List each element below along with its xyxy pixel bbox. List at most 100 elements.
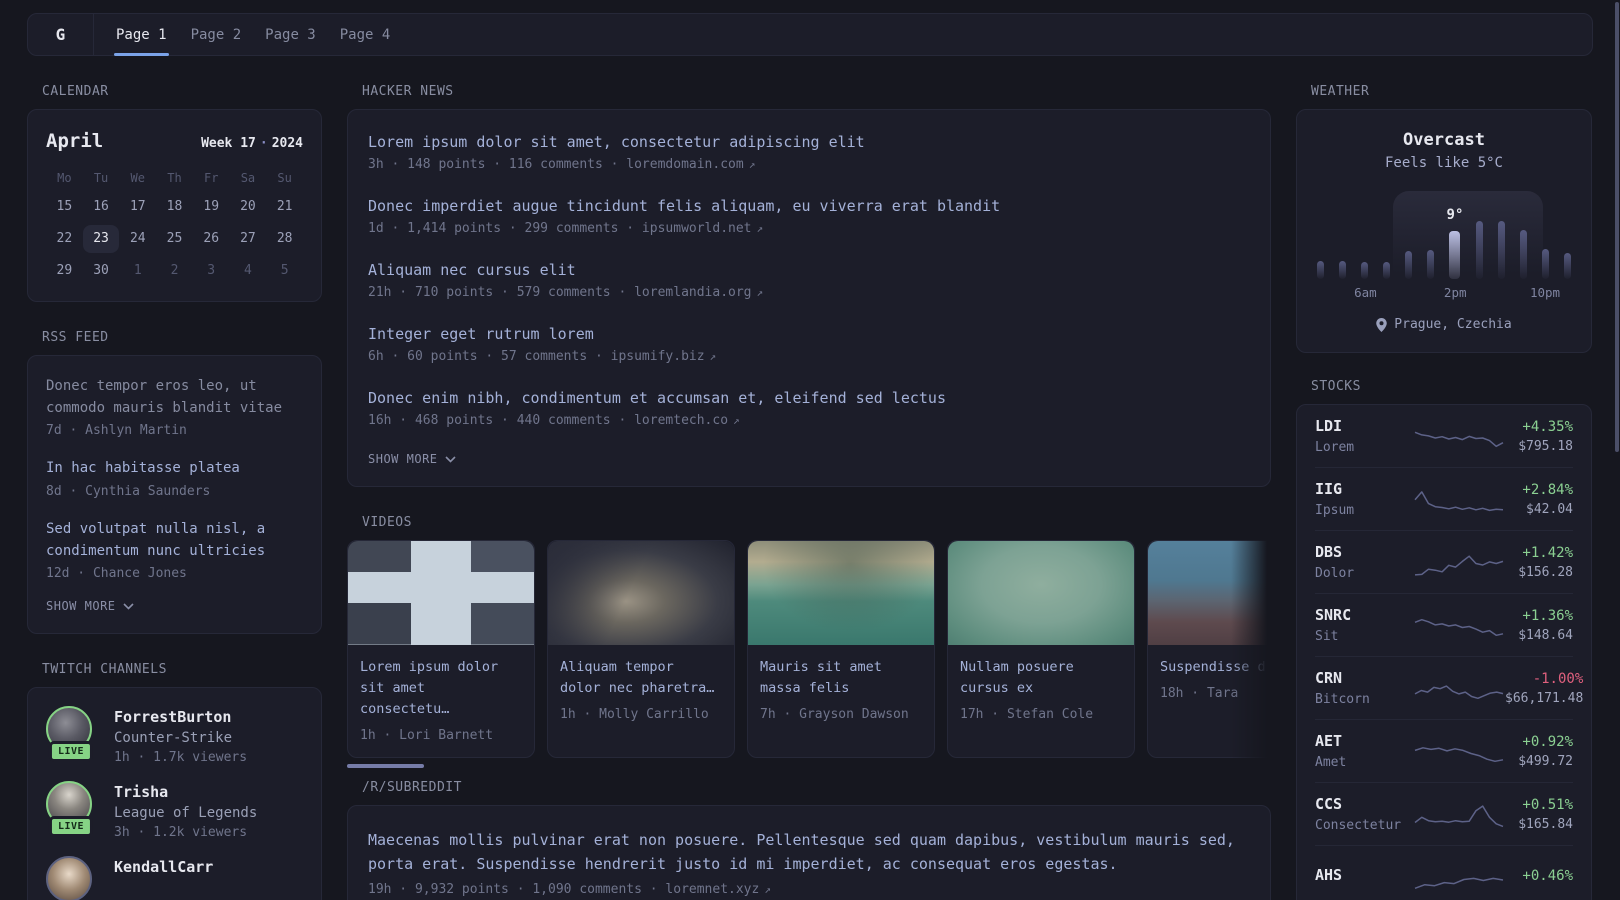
video-card[interactable]: Aliquam tempor dolor nec pharetra… 1h · …	[547, 540, 735, 758]
page: G Page 1 Page 2 Page 3 Page 4 CALENDAR Apri…	[0, 0, 1620, 900]
stock-price: $499.72	[1518, 753, 1573, 769]
nav-tab-label: Page 1	[116, 26, 167, 43]
calendar-day: 3	[207, 263, 216, 278]
stocks-widget: LDI Lorem +4.35% $795.18 IIG Ipsum +2.84…	[1296, 404, 1592, 900]
stock-name: Consectetur	[1315, 817, 1402, 833]
subreddit-item: Maecenas mollis pulvinar erat non posuer…	[368, 828, 1250, 897]
calendar-day-header: Su	[277, 171, 292, 185]
external-link-icon[interactable]: ↗	[752, 222, 764, 235]
twitch-channel-meta: 1h · 1.7k viewers	[114, 750, 248, 766]
stock-symbol: IIG	[1315, 480, 1343, 499]
calendar-day: 1	[133, 263, 142, 278]
dot-separator: ·	[259, 136, 268, 151]
video-meta: 18h · Tara	[1160, 685, 1239, 701]
page-scrollbar[interactable]	[1615, 2, 1619, 452]
dashboard: { "colors":{"accent":"#7ba3e8","positive…	[0, 0, 1620, 900]
live-badge: LIVE	[48, 741, 94, 763]
stock-sparkline	[1414, 618, 1504, 637]
calendar-day: 15	[56, 199, 73, 214]
weather-bar	[1519, 230, 1527, 279]
hackernews-item-title-link[interactable]: Donec enim nibh, condimentum et accumsan…	[368, 388, 1250, 409]
video-card[interactable]: Mauris sit amet massa felis 7h · Grayson…	[747, 540, 935, 758]
stock-row: IIG Ipsum +2.84% $42.04	[1315, 468, 1573, 531]
rss-header: RSS FEED	[42, 330, 109, 345]
twitch-channel[interactable]: LIVE Trisha League of Legends 3h · 1.2k …	[46, 781, 303, 840]
videos-header: VIDEOS	[362, 515, 412, 530]
rss-show-more-button[interactable]: SHOW MORE	[46, 599, 303, 613]
left-column: CALENDAR April Week 17 · 2024 Mo Tu We Th Fr Sa…	[27, 56, 322, 900]
stock-sparkline	[1414, 877, 1504, 889]
stock-symbol: LDI	[1315, 417, 1343, 436]
rss-item-title-link[interactable]: In hac habitasse platea	[46, 458, 303, 480]
app-logo: G	[28, 14, 94, 55]
stock-row: AHS +0.46%	[1315, 846, 1573, 900]
calendar-day-header: Th	[167, 171, 182, 185]
video-thumbnail	[948, 541, 1134, 645]
weather-bar	[1317, 261, 1324, 279]
calendar-day-header: Mo	[57, 171, 72, 185]
calendar-day-header: Tu	[93, 171, 109, 185]
stock-name: Dolor	[1315, 565, 1355, 581]
nav-tab-label: Page 3	[265, 26, 316, 43]
external-link-icon[interactable]: ↗	[705, 350, 717, 363]
rss-item-title-link[interactable]: Donec tempor eros leo, ut commodo mauris…	[46, 376, 303, 419]
video-card[interactable]: Lorem ipsum dolor sit amet consectetu… 1…	[347, 540, 535, 758]
twitch-channel[interactable]: LIVE KendallCarr	[46, 856, 303, 900]
nav-tab[interactable]: Page 2	[191, 14, 242, 55]
hackernews-show-more-button[interactable]: SHOW MORE	[368, 452, 1250, 466]
calendar-day: 16	[93, 199, 109, 214]
hackernews-item-meta: 6h · 60 points · 57 comments · ipsumify.…	[368, 349, 1250, 364]
subreddit-item-title-link[interactable]: Maecenas mollis pulvinar erat non posuer…	[368, 828, 1250, 876]
stock-price: $42.04	[1526, 501, 1573, 517]
external-link-icon[interactable]: ↗	[759, 883, 771, 896]
nav-tab[interactable]: Page 3	[265, 14, 316, 55]
right-column: WEATHER Overcast Feels like 5°C 9° 6am 2p…	[1296, 56, 1592, 900]
calendar-day: 5	[280, 263, 289, 278]
weather-time-labels: 6am 2pm 10pm	[1317, 285, 1571, 301]
weather-location-label: Prague, Czechia	[1394, 317, 1512, 332]
stock-change: +0.46%	[1522, 867, 1573, 884]
rss-item-title-link[interactable]: Sed volutpat nulla nisl, a condimentum n…	[46, 519, 303, 562]
external-link-icon[interactable]: ↗	[744, 158, 756, 171]
twitch-channel-category: Counter-Strike	[114, 730, 233, 747]
rss-item: Donec tempor eros leo, ut commodo mauris…	[46, 376, 303, 438]
calendar-day: 25	[166, 231, 183, 246]
calendar-day: 21	[276, 199, 293, 214]
stock-price: $66,171.48	[1505, 690, 1584, 706]
calendar-day: 17	[129, 199, 146, 214]
hackernews-item-title-link[interactable]: Integer eget rutrum lorem	[368, 324, 1250, 345]
stock-name: Lorem	[1315, 439, 1355, 455]
twitch-header: TWITCH CHANNELS	[42, 662, 167, 678]
nav-tab-label: Page 4	[339, 26, 391, 43]
hackernews-item-title-link[interactable]: Lorem ipsum dolor sit amet, consectetur …	[368, 132, 1250, 153]
twitch-channel-category: League of Legends	[114, 805, 258, 822]
weather-time-label: 10pm	[1529, 285, 1561, 300]
calendar-header: CALENDAR	[42, 84, 109, 99]
external-link-icon[interactable]: ↗	[728, 414, 740, 427]
hackernews-item-title-link[interactable]: Aliquam nec cursus elit	[368, 260, 1250, 281]
hackernews-item-title-link[interactable]: Donec imperdiet augue tincidunt felis al…	[368, 196, 1250, 217]
nav-tab[interactable]: Page 1	[114, 14, 169, 56]
video-thumbnail	[348, 541, 534, 645]
weather-hourly-chart: 9°	[1317, 191, 1571, 285]
nav-tab[interactable]: Page 4	[340, 14, 391, 55]
stock-change: +0.51%	[1522, 796, 1573, 813]
video-card[interactable]: Suspendisse diam 18h · Tara	[1147, 540, 1271, 758]
weather-widget: Overcast Feels like 5°C 9° 6am 2pm 10pm Pr…	[1296, 109, 1592, 353]
video-card[interactable]: Nullam posuere cursus ex 17h · Stefan Co…	[947, 540, 1135, 758]
twitch-channel[interactable]: LIVE ForrestBurton Counter-Strike 1h · 1…	[46, 706, 303, 765]
rss-list: Donec tempor eros leo, ut commodo mauris…	[46, 376, 303, 581]
stock-sparkline	[1414, 685, 1504, 700]
external-link-icon[interactable]: ↗	[752, 286, 764, 299]
calendar-day-header: We	[130, 171, 145, 185]
stock-sparkline	[1414, 491, 1504, 512]
videos-scrollbar[interactable]	[347, 763, 424, 768]
calendar-day: 27	[240, 231, 256, 246]
top-nav: G Page 1 Page 2 Page 3 Page 4	[27, 13, 1593, 56]
hackernews-item-meta: 3h · 148 points · 116 comments · loremdo…	[368, 157, 1250, 172]
stocks-header: STOCKS	[1311, 379, 1361, 394]
chevron-down-icon	[444, 455, 456, 463]
twitch-channel-name: Trisha	[114, 783, 169, 802]
hackernews-item: Donec enim nibh, condimentum et accumsan…	[368, 388, 1250, 428]
weather-bar	[1541, 249, 1549, 279]
